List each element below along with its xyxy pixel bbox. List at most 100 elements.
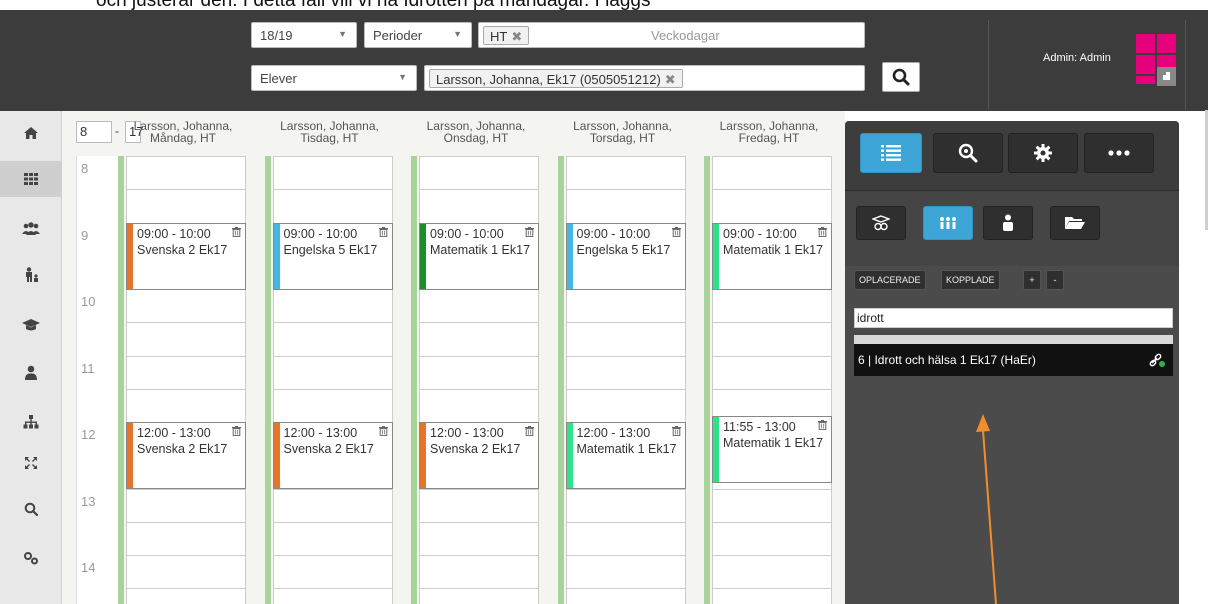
time-slot[interactable] (419, 189, 539, 225)
time-slot[interactable] (272, 488, 393, 524)
time-slot[interactable] (712, 189, 832, 225)
lesson-block[interactable]: 09:00 - 10:00 Matematik 1 Ek17 (712, 222, 832, 290)
time-slot[interactable] (419, 322, 539, 358)
time-slot[interactable] (126, 555, 246, 590)
sidebar-item-groups[interactable] (0, 211, 62, 247)
sidebar-item-courses[interactable] (0, 307, 62, 343)
teacher-filter-button[interactable] (856, 206, 906, 240)
time-slot[interactable] (419, 588, 539, 604)
sidebar-item-home[interactable] (0, 115, 62, 151)
type-select[interactable]: Elever ▼ (251, 65, 417, 91)
trash-icon[interactable] (232, 426, 241, 436)
time-slot[interactable] (126, 289, 246, 324)
time-slot[interactable] (565, 322, 686, 358)
search-button[interactable] (882, 62, 920, 92)
trash-icon[interactable] (378, 226, 388, 237)
time-slot[interactable] (419, 521, 539, 557)
lesson-block[interactable]: 09:00 - 10:00 Engelska 5 Ek17 (565, 222, 686, 290)
time-slot[interactable] (565, 555, 686, 590)
time-slot[interactable] (419, 555, 539, 590)
time-slot[interactable] (272, 588, 393, 604)
year-select[interactable]: 18/19 ▼ (251, 22, 357, 48)
time-slot[interactable] (126, 355, 246, 391)
lesson-block[interactable]: 12:00 - 13:00 Svenska 2 Ek17 (419, 422, 539, 489)
time-slot[interactable] (272, 189, 393, 225)
time-slot[interactable] (565, 189, 686, 225)
period-weekday-input[interactable]: HT ✖ Veckodagar (478, 22, 865, 48)
time-slot[interactable] (126, 588, 246, 604)
time-slot[interactable] (272, 388, 393, 424)
trash-icon[interactable] (232, 226, 241, 237)
time-slot[interactable] (126, 156, 246, 191)
time-slot[interactable] (272, 322, 393, 358)
time-slot[interactable] (419, 488, 539, 524)
trash-icon[interactable] (818, 420, 827, 431)
sidebar-item-schedule[interactable] (0, 161, 62, 197)
time-slot[interactable] (272, 156, 393, 191)
time-slot[interactable] (272, 355, 393, 391)
time-slot[interactable] (126, 488, 246, 524)
settings-button[interactable] (1008, 133, 1078, 173)
student-input[interactable]: Larsson, Johanna, Ek17 (0505051212) ✖ (424, 65, 865, 91)
result-row[interactable]: 6 | Idrott och hälsa 1 Ek17 (HaEr) (854, 344, 1173, 376)
time-slot[interactable] (565, 488, 686, 524)
trash-icon[interactable] (525, 426, 534, 436)
sidebar-item-person[interactable] (0, 355, 62, 391)
periods-select[interactable]: Perioder ▼ (364, 22, 472, 48)
time-slot[interactable] (419, 156, 539, 191)
student-chip[interactable]: Larsson, Johanna, Ek17 (0505051212) ✖ (429, 69, 683, 88)
folder-filter-button[interactable] (1050, 206, 1100, 240)
group-filter-button[interactable] (923, 206, 973, 240)
time-slot[interactable] (272, 555, 393, 590)
remove-icon[interactable]: ✖ (511, 29, 522, 44)
time-slot[interactable] (712, 588, 832, 604)
lesson-block[interactable]: 11:55 - 13:00 Matematik 1 Ek17 (712, 416, 832, 484)
trash-icon[interactable] (818, 226, 827, 237)
linked-button[interactable]: KOPPLADE (941, 270, 1000, 290)
period-chip[interactable]: HT ✖ (483, 26, 530, 45)
time-slot[interactable] (126, 189, 246, 225)
lesson-block[interactable]: 09:00 - 10:00 Matematik 1 Ek17 (419, 222, 539, 290)
trash-icon[interactable] (671, 426, 681, 436)
minus-button[interactable]: - (1046, 270, 1064, 290)
time-slot[interactable] (565, 521, 686, 557)
time-slot[interactable] (712, 355, 832, 391)
time-slot[interactable] (712, 156, 832, 191)
lesson-block[interactable]: 12:00 - 13:00 Matematik 1 Ek17 (565, 422, 686, 489)
list-view-button[interactable] (860, 133, 922, 173)
trash-icon[interactable] (525, 226, 534, 237)
time-slot[interactable] (712, 521, 832, 557)
time-slot[interactable] (419, 289, 539, 324)
time-slot[interactable] (126, 521, 246, 557)
time-slot[interactable] (565, 355, 686, 391)
lesson-block[interactable]: 09:00 - 10:00 Engelska 5 Ek17 (272, 222, 393, 290)
sidebar-item-hierarchy[interactable] (0, 257, 62, 293)
time-slot[interactable] (126, 388, 246, 424)
lesson-block[interactable]: 12:00 - 13:00 Svenska 2 Ek17 (272, 422, 393, 489)
time-slot[interactable] (419, 388, 539, 424)
filter-input[interactable]: idrott (854, 308, 1173, 328)
student-filter-button[interactable] (983, 206, 1033, 240)
unplaced-button[interactable]: OPLACERADE (854, 270, 926, 290)
time-slot[interactable] (712, 322, 832, 358)
trash-icon[interactable] (671, 226, 681, 237)
inspect-button[interactable] (933, 133, 1003, 173)
time-slot[interactable] (565, 388, 686, 424)
time-slot[interactable] (712, 555, 832, 590)
plus-button[interactable]: + (1023, 270, 1041, 290)
lesson-block[interactable]: 09:00 - 10:00 Svenska 2 Ek17 (126, 222, 246, 290)
hour-range-from[interactable]: 8 (76, 121, 112, 143)
link-icon[interactable] (1149, 352, 1167, 368)
time-slot[interactable] (565, 156, 686, 191)
time-slot[interactable] (712, 488, 832, 524)
time-slot[interactable] (126, 322, 246, 358)
sidebar-item-search[interactable] (0, 491, 62, 527)
time-slot[interactable] (272, 289, 393, 324)
trash-icon[interactable] (378, 426, 388, 436)
sidebar-item-settings[interactable] (0, 540, 62, 576)
sidebar-item-structure[interactable] (0, 404, 62, 440)
more-button[interactable] (1084, 133, 1154, 173)
remove-icon[interactable]: ✖ (665, 72, 676, 87)
time-slot[interactable] (272, 521, 393, 557)
time-slot[interactable] (419, 355, 539, 391)
